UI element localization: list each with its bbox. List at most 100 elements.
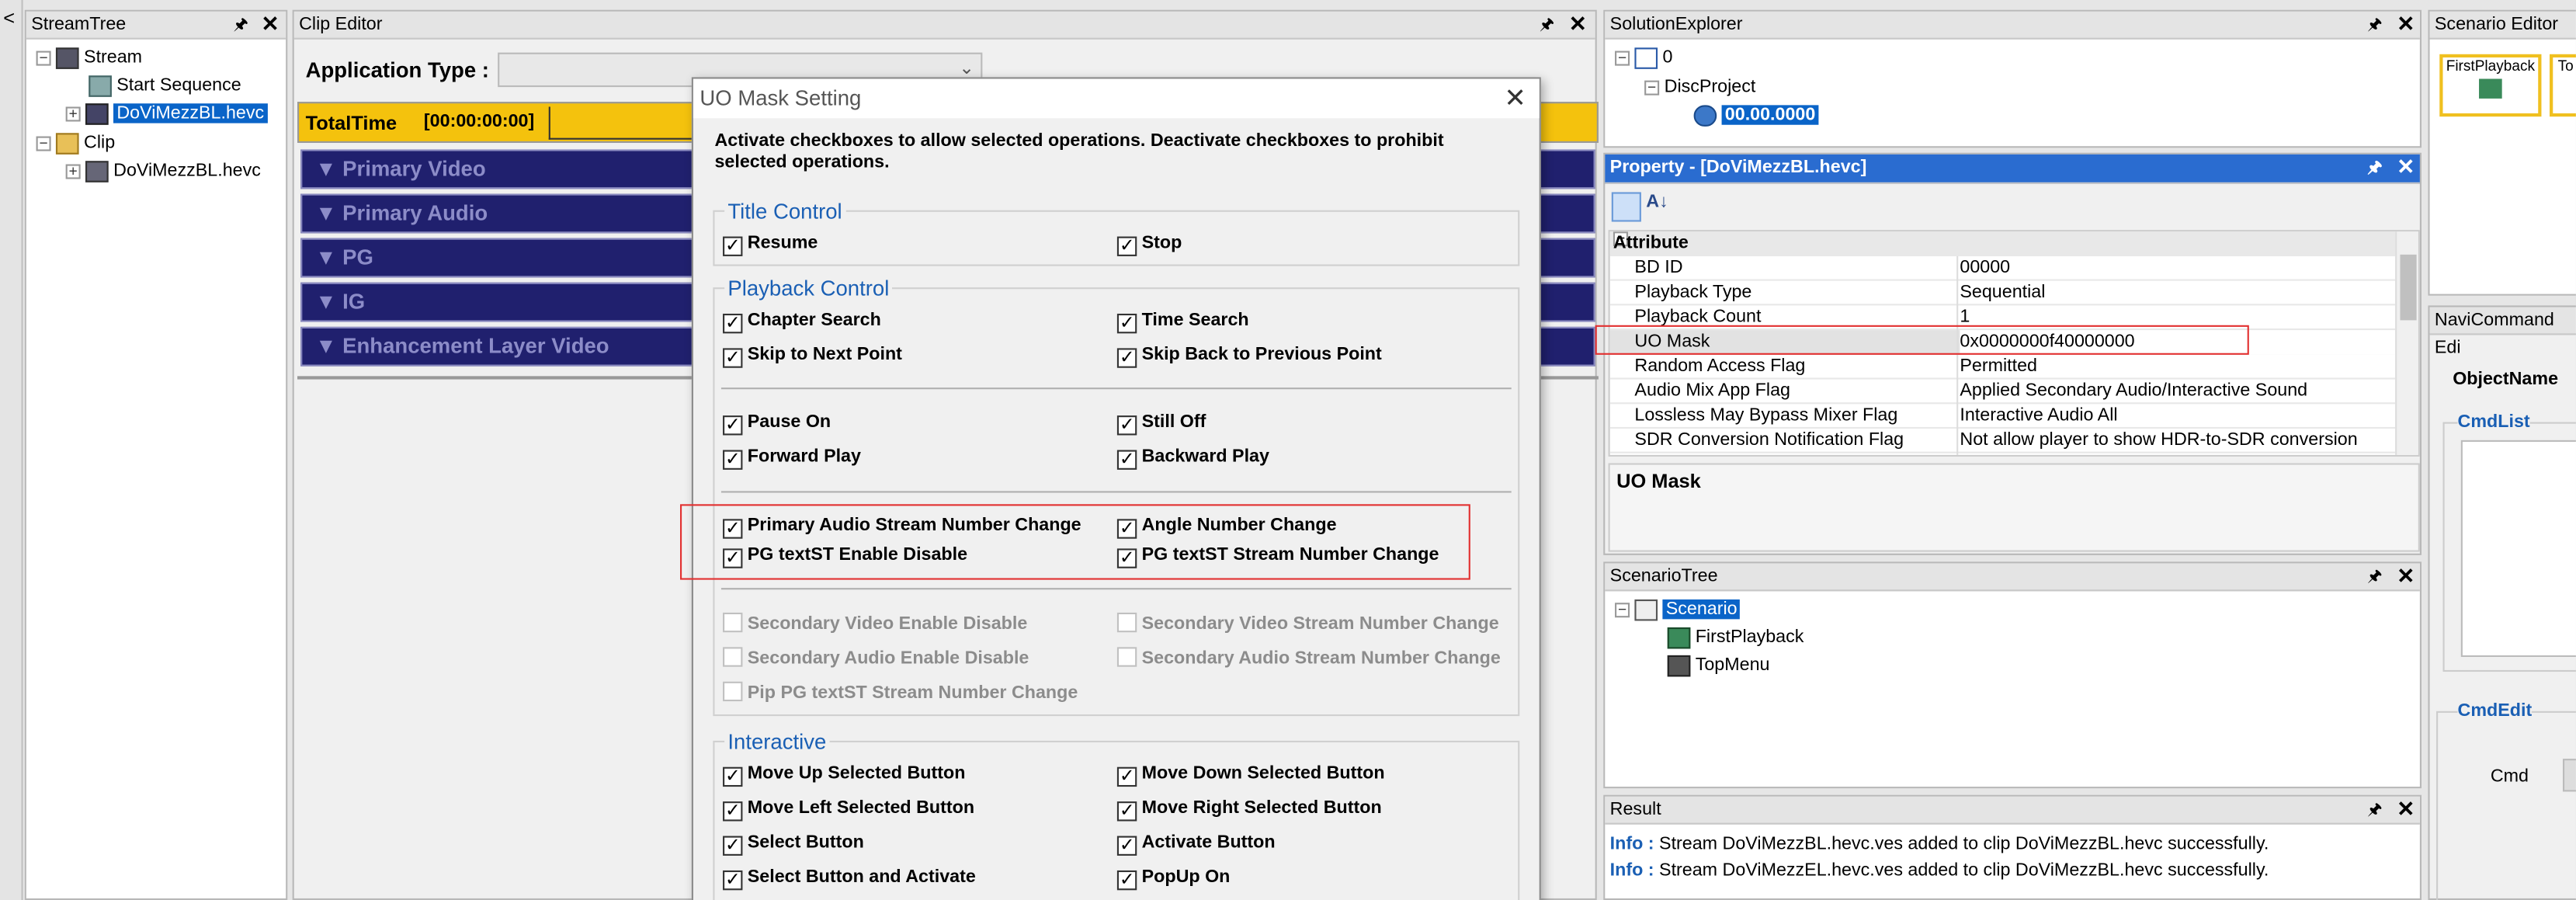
- tree-node-stream[interactable]: − Stream: [36, 44, 142, 72]
- still-off-checkbox[interactable]: ✓ Still Off: [1116, 411, 1206, 436]
- skip-next-checkbox[interactable]: ✓ Skip to Next Point: [723, 343, 902, 368]
- property-scrollbar[interactable]: [2395, 231, 2418, 455]
- playback-control-label: Playback Control: [724, 276, 893, 301]
- collapse-arrow-icon[interactable]: <: [3, 6, 15, 30]
- categorized-view-icon[interactable]: [1611, 192, 1641, 222]
- close-icon[interactable]: ✕: [2397, 153, 2415, 181]
- panel-title: Property - [DoViMezzBL.hevc] 🖈 ✕: [1605, 153, 2420, 184]
- property-panel: Property - [DoViMezzBL.hevc] 🖈 ✕ A↓ − Attr…: [1595, 152, 2422, 555]
- backward-play-checkbox[interactable]: ✓ Backward Play: [1116, 445, 1269, 470]
- dialog-title: UO Mask Setting: [700, 85, 862, 110]
- tree-node-clip-file[interactable]: + DoViMezzBL.hevc: [65, 158, 261, 186]
- timeline-ruler[interactable]: [548, 106, 697, 140]
- tree-node-scenario[interactable]: − Scenario: [1615, 596, 1741, 624]
- tree-node-top-menu[interactable]: TopMenu: [1667, 652, 1769, 680]
- disc-stack-icon: [1634, 47, 1658, 68]
- scenario-card-top-menu[interactable]: To: [2550, 54, 2576, 117]
- property-row[interactable]: SDR Conversion Notification Flag Not allo…: [1609, 429, 2396, 455]
- secondary-video-change-checkbox[interactable]: Secondary Video Stream Number Change: [1116, 612, 1499, 636]
- tree-node-stream-file[interactable]: + DoViMezzBL.hevc: [65, 100, 268, 128]
- clip-icon: [85, 160, 109, 182]
- disc-icon: [1693, 104, 1717, 126]
- select-activate-checkbox[interactable]: ✓ Select Button and Activate: [723, 866, 976, 891]
- property-row[interactable]: BD ID 00000: [1609, 256, 2396, 281]
- chapter-search-checkbox[interactable]: ✓ Chapter Search: [723, 309, 881, 334]
- cmdedit-group: CmdEdit Cmd: [2436, 701, 2576, 900]
- pin-icon[interactable]: 🖈: [1540, 12, 1555, 40]
- grid-divider: [1956, 255, 1959, 455]
- panel-title: StreamTree 🖈 ✕: [26, 10, 286, 40]
- panel-title: Clip Editor 🖈 ✕: [293, 10, 1595, 40]
- cmdlist-box[interactable]: [2460, 440, 2576, 657]
- tree-node-root[interactable]: − 0: [1615, 44, 1672, 72]
- property-row[interactable]: Playback Type Sequential: [1609, 281, 2396, 306]
- first-playback-icon: [1667, 627, 1691, 648]
- close-icon[interactable]: ✕: [2397, 10, 2415, 38]
- close-icon[interactable]: ✕: [1569, 10, 1587, 38]
- skip-back-checkbox[interactable]: ✓ Skip Back to Previous Point: [1116, 343, 1382, 368]
- secondary-video-enable-checkbox[interactable]: Secondary Video Enable Disable: [723, 612, 1027, 636]
- application-type-label: Application Type :: [305, 57, 489, 82]
- property-description-box: UO Mask: [1608, 463, 2420, 552]
- interactive-group: Interactive ✓ Move Up Selected Button ✓ Mo…: [713, 729, 1520, 900]
- uo-mask-redbox: [1595, 325, 2249, 355]
- select-button-checkbox[interactable]: ✓ Select Button: [723, 831, 864, 856]
- move-left-checkbox[interactable]: ✓ Move Left Selected Button: [723, 797, 974, 822]
- time-search-checkbox[interactable]: ✓ Time Search: [1116, 309, 1249, 334]
- scenario-icon: [1634, 599, 1658, 620]
- popup-on-checkbox[interactable]: ✓ PopUp On: [1116, 866, 1230, 891]
- separator: [720, 387, 1512, 390]
- move-right-checkbox[interactable]: ✓ Move Right Selected Button: [1116, 797, 1382, 822]
- pin-icon[interactable]: 🖈: [2367, 155, 2383, 182]
- move-up-checkbox[interactable]: ✓ Move Up Selected Button: [723, 762, 965, 787]
- result-line: Info : Stream DoViMezzBL.hevc.ves added …: [1609, 834, 2269, 854]
- panel-title: SolutionExplorer 🖈 ✕: [1605, 10, 2420, 40]
- tree-node-start-sequence[interactable]: Start Sequence: [89, 72, 241, 100]
- pause-on-checkbox[interactable]: ✓ Pause On: [723, 411, 831, 436]
- cmdedit-label: CmdEdit: [2457, 701, 2533, 721]
- pin-icon[interactable]: 🖈: [2367, 563, 2383, 591]
- cmd-field[interactable]: [2562, 759, 2576, 792]
- property-category[interactable]: − Attribute: [1609, 231, 2396, 256]
- solution-explorer-panel: SolutionExplorer 🖈 ✕ − 0 − DiscProject 00.…: [1603, 9, 2422, 148]
- forward-play-checkbox[interactable]: ✓ Forward Play: [723, 445, 861, 470]
- tree-node-clip[interactable]: − Clip: [36, 130, 115, 158]
- first-playback-icon: [2479, 78, 2502, 99]
- activate-button-checkbox[interactable]: ✓ Activate Button: [1116, 831, 1276, 856]
- secondary-audio-enable-checkbox[interactable]: Secondary Audio Enable Disable: [723, 647, 1029, 670]
- close-icon[interactable]: ✕: [1504, 81, 1526, 120]
- panel-title: Scenario Editor: [2429, 11, 2576, 40]
- close-icon[interactable]: ✕: [2397, 795, 2415, 823]
- pin-icon[interactable]: 🖈: [2367, 12, 2383, 40]
- separator: [720, 588, 1512, 590]
- property-row[interactable]: Lossless May Bypass Mixer Flag Interactiv…: [1609, 404, 2396, 429]
- left-edge-strip: <: [0, 0, 23, 900]
- tree-node-first-playback[interactable]: FirstPlayback: [1667, 624, 1804, 652]
- property-description-title: UO Mask: [1616, 469, 1701, 493]
- cmdlist-label: CmdList: [2457, 412, 2530, 433]
- sort-alphabetical-icon[interactable]: A↓: [1646, 192, 1668, 211]
- close-icon[interactable]: ✕: [261, 10, 279, 38]
- resume-checkbox[interactable]: ✓ Resume: [723, 231, 818, 256]
- tree-node-project[interactable]: − DiscProject: [1644, 74, 1755, 102]
- property-row[interactable]: Audio Mix App Flag Applied Secondary Audi…: [1609, 380, 2396, 405]
- tree-node-item[interactable]: 00.00.0000: [1693, 102, 1819, 130]
- close-icon[interactable]: ✕: [2397, 561, 2415, 589]
- title-control-group: Title Control ✓ Resume ✓ Stop: [713, 198, 1520, 266]
- scenario-card-first-playback[interactable]: FirstPlayback: [2439, 54, 2542, 117]
- scenario-tree-panel: ScenarioTree 🖈 ✕ − Scenario FirstPlayback …: [1603, 561, 2422, 789]
- sequence-icon: [89, 75, 112, 96]
- pin-icon[interactable]: 🖈: [2367, 797, 2383, 825]
- playback-control-group: Playback Control ✓ Chapter Search ✓ Time S…: [713, 276, 1520, 717]
- secondary-audio-change-checkbox[interactable]: Secondary Audio Stream Number Change: [1116, 647, 1501, 670]
- cmdlist-group: CmdList: [2442, 412, 2576, 672]
- pip-pg-change-checkbox[interactable]: Pip PG textST Stream Number Change: [723, 681, 1078, 705]
- move-down-checkbox[interactable]: ✓ Move Down Selected Button: [1116, 762, 1385, 787]
- stop-checkbox[interactable]: ✓ Stop: [1116, 231, 1182, 256]
- menu-icon: [1667, 655, 1691, 676]
- panel-title: Result 🖈 ✕: [1605, 795, 2420, 825]
- pin-icon[interactable]: 🖈: [233, 12, 248, 40]
- property-row[interactable]: Random Access Flag Permitted: [1609, 355, 2396, 380]
- navicommand-panel: NaviCommand Edi ObjectName CmdList CmdEd…: [2428, 305, 2576, 900]
- total-time-value: [00:00:00:00]: [423, 111, 535, 132]
